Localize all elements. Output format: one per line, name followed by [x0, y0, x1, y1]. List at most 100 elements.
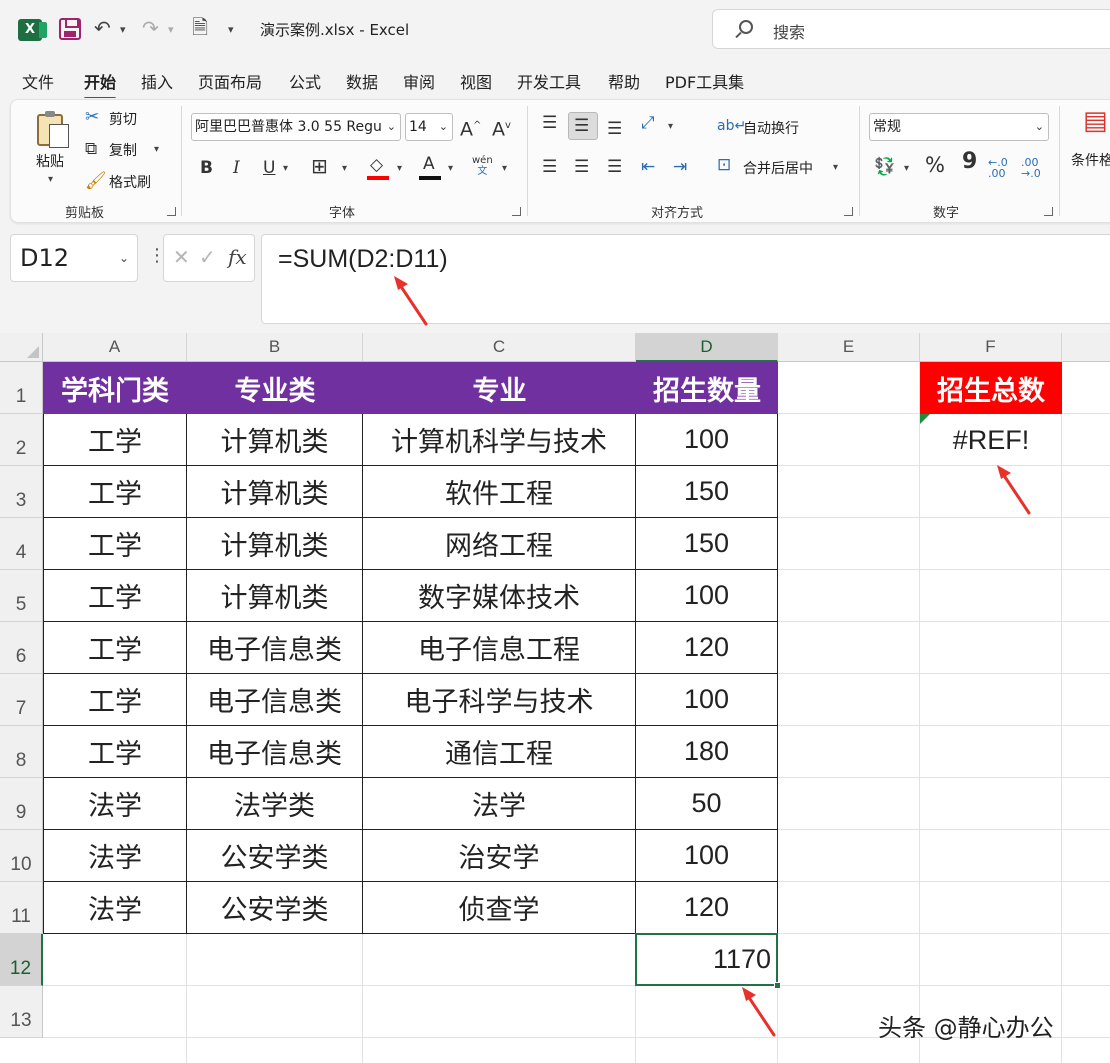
data-cell-d5[interactable]: 100: [636, 570, 778, 622]
fill-color-icon[interactable]: ◇: [370, 156, 383, 174]
align-top-icon[interactable]: ☰: [542, 114, 557, 132]
copy-button[interactable]: 复制: [109, 140, 137, 160]
tab-view[interactable]: 视图: [460, 69, 492, 93]
orientation-icon[interactable]: ⤢: [641, 114, 655, 132]
undo-dropdown-icon[interactable]: ▾: [120, 20, 126, 40]
phonetic-dropdown-icon[interactable]: ▾: [502, 163, 507, 174]
row-header-8[interactable]: 8: [0, 726, 43, 778]
total-header-cell[interactable]: 招生总数: [920, 362, 1062, 414]
print-preview-icon[interactable]: 🗎: [192, 17, 208, 37]
data-cell-c3[interactable]: 软件工程: [363, 466, 636, 518]
data-cell-d10[interactable]: 100: [636, 830, 778, 882]
data-cell-d3[interactable]: 150: [636, 466, 778, 518]
accounting-dropdown-icon[interactable]: ▾: [904, 163, 909, 174]
data-cell-d9[interactable]: 50: [636, 778, 778, 830]
font-color-dropdown-icon[interactable]: ▾: [448, 163, 453, 174]
number-launcher-icon[interactable]: [1044, 207, 1053, 216]
save-icon[interactable]: [59, 18, 81, 40]
data-cell-a11[interactable]: 法学: [43, 882, 187, 934]
font-launcher-icon[interactable]: [512, 207, 521, 216]
copy-dropdown-icon[interactable]: ▾: [154, 144, 159, 155]
data-cell-d7[interactable]: 100: [636, 674, 778, 726]
format-painter-button[interactable]: 格式刷: [109, 172, 151, 192]
row-header-9[interactable]: 9: [0, 778, 43, 830]
decrease-decimal-icon[interactable]: .00 →.0: [1021, 157, 1041, 179]
data-cell-d11[interactable]: 120: [636, 882, 778, 934]
data-cell-c11[interactable]: 侦查学: [363, 882, 636, 934]
column-header-d[interactable]: D: [636, 333, 778, 362]
increase-indent-icon[interactable]: ⇥: [673, 158, 687, 176]
header-cell-b[interactable]: 专业类: [187, 362, 363, 414]
row-header-11[interactable]: 11: [0, 882, 43, 934]
row-header-7[interactable]: 7: [0, 674, 43, 726]
search-box[interactable]: 搜索: [712, 9, 1110, 49]
header-cell-a[interactable]: 学科门类: [43, 362, 187, 414]
header-cell-c[interactable]: 专业: [363, 362, 636, 414]
orientation-dropdown-icon[interactable]: ▾: [668, 121, 673, 132]
data-cell-c9[interactable]: 法学: [363, 778, 636, 830]
data-cell-a9[interactable]: 法学: [43, 778, 187, 830]
data-cell-c7[interactable]: 电子科学与技术: [363, 674, 636, 726]
underline-dropdown-icon[interactable]: ▾: [283, 163, 288, 174]
paste-dropdown-icon[interactable]: ▾: [48, 174, 53, 185]
data-cell-b7[interactable]: 电子信息类: [187, 674, 363, 726]
selected-cell-d12[interactable]: 1170: [635, 933, 778, 986]
format-painter-icon[interactable]: 🖌: [85, 172, 107, 190]
customize-toolbar-icon[interactable]: ▾: [228, 20, 234, 40]
data-cell-b5[interactable]: 计算机类: [187, 570, 363, 622]
row-header-2[interactable]: 2: [0, 414, 43, 466]
font-name-select[interactable]: 阿里巴巴普惠体 3.0 55 Regu ⌄: [191, 113, 401, 141]
align-center-icon[interactable]: ☰: [574, 158, 589, 176]
bold-button[interactable]: B: [200, 159, 213, 177]
align-bottom-icon[interactable]: ☰: [607, 120, 622, 138]
data-cell-b11[interactable]: 公安学类: [187, 882, 363, 934]
data-cell-b9[interactable]: 法学类: [187, 778, 363, 830]
tab-review[interactable]: 审阅: [403, 69, 435, 93]
data-cell-b3[interactable]: 计算机类: [187, 466, 363, 518]
data-cell-d2[interactable]: 100: [636, 414, 778, 466]
merge-center-icon[interactable]: ⊡: [717, 156, 731, 174]
accounting-format-icon[interactable]: 💱: [874, 158, 895, 176]
data-cell-b4[interactable]: 计算机类: [187, 518, 363, 570]
select-all-corner[interactable]: [0, 333, 43, 362]
name-box[interactable]: D12 ⌄: [10, 234, 138, 282]
borders-dropdown-icon[interactable]: ▾: [342, 163, 347, 174]
data-cell-c6[interactable]: 电子信息工程: [363, 622, 636, 674]
column-header-f[interactable]: F: [920, 333, 1062, 362]
wrap-text-button[interactable]: 自动换行: [743, 118, 799, 138]
column-header-c[interactable]: C: [363, 333, 636, 362]
number-format-select[interactable]: 常规 ⌄: [869, 113, 1049, 141]
data-cell-c10[interactable]: 治安学: [363, 830, 636, 882]
font-color-icon[interactable]: A: [423, 155, 435, 173]
row-header-10[interactable]: 10: [0, 830, 43, 882]
phonetic-guide-icon[interactable]: wén 文: [472, 155, 493, 177]
merge-dropdown-icon[interactable]: ▾: [833, 162, 838, 173]
cut-button[interactable]: 剪切: [109, 109, 137, 129]
font-size-select[interactable]: 14 ⌄: [405, 113, 453, 141]
column-header-e[interactable]: E: [778, 333, 920, 362]
data-cell-a6[interactable]: 工学: [43, 622, 187, 674]
data-cell-d8[interactable]: 180: [636, 726, 778, 778]
italic-button[interactable]: I: [233, 159, 240, 177]
tab-insert[interactable]: 插入: [141, 69, 173, 93]
tab-help[interactable]: 帮助: [608, 69, 640, 93]
data-cell-b10[interactable]: 公安学类: [187, 830, 363, 882]
data-cell-b2[interactable]: 计算机类: [187, 414, 363, 466]
tab-pdf-tools[interactable]: PDF工具集: [665, 69, 744, 93]
merge-center-button[interactable]: 合并后居中: [743, 158, 813, 178]
wrap-text-icon[interactable]: ab↵: [717, 117, 746, 135]
row-header-6[interactable]: 6: [0, 622, 43, 674]
data-cell-c8[interactable]: 通信工程: [363, 726, 636, 778]
borders-icon[interactable]: ⊞: [311, 156, 328, 176]
copy-icon[interactable]: ⧉: [85, 140, 97, 158]
column-header-b[interactable]: B: [187, 333, 363, 362]
data-cell-a2[interactable]: 工学: [43, 414, 187, 466]
confirm-icon[interactable]: ✓: [199, 245, 216, 269]
fill-color-dropdown-icon[interactable]: ▾: [397, 163, 402, 174]
data-cell-a10[interactable]: 法学: [43, 830, 187, 882]
row-header-4[interactable]: 4: [0, 518, 43, 570]
tab-home[interactable]: 开始: [84, 69, 117, 100]
underline-button[interactable]: U: [263, 159, 275, 177]
decrease-indent-icon[interactable]: ⇤: [641, 158, 655, 176]
tab-page-layout[interactable]: 页面布局: [198, 69, 262, 93]
